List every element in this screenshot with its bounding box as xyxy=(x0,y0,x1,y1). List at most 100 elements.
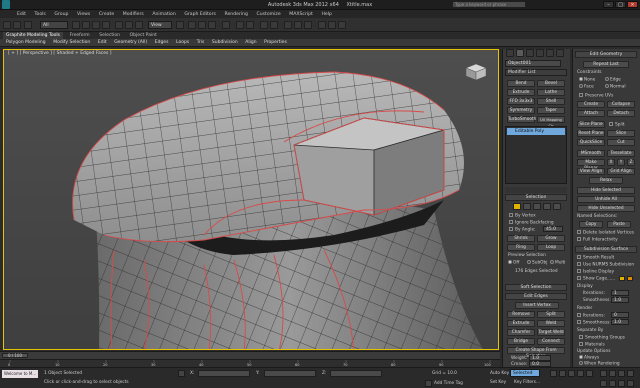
detach-button[interactable]: Detach xyxy=(607,110,635,117)
orbit-icon[interactable] xyxy=(609,380,616,387)
maximize-button[interactable]: □ xyxy=(615,1,626,8)
make-planar-button[interactable]: Make Planar xyxy=(577,159,605,171)
isoline-checkbox[interactable]: Isoline Display xyxy=(577,269,614,275)
menu-help[interactable]: Help xyxy=(321,12,331,17)
by-angle-checkbox[interactable]: By Angle: xyxy=(509,227,536,233)
planar-z-button[interactable]: Z xyxy=(627,159,635,166)
collapse-button[interactable]: Collapse xyxy=(607,101,635,108)
time-slider[interactable]: 0 / 100 xyxy=(0,351,500,359)
tab-selection[interactable]: Selection xyxy=(96,32,123,39)
utilities-tab-icon[interactable] xyxy=(556,49,564,57)
ribbon-align[interactable]: Align xyxy=(245,40,256,45)
stack-item-editable-poly[interactable]: Editable Poly xyxy=(507,128,565,135)
search-input[interactable]: Type a keyword or phrase xyxy=(452,1,526,8)
edit-geometry-header[interactable]: Edit Geometry xyxy=(575,51,637,58)
split-checkbox[interactable]: Split xyxy=(609,122,625,128)
menu-rendering[interactable]: Rendering xyxy=(224,12,247,17)
element-mode-icon[interactable] xyxy=(553,203,561,210)
when-rendering-radio[interactable]: When Rendering xyxy=(579,361,620,367)
render-iterations-field[interactable]: 0 xyxy=(611,312,629,318)
selected-keys-dropdown[interactable]: Selected xyxy=(510,369,540,377)
menu-edit[interactable]: Edit xyxy=(17,12,26,17)
motion-tab-icon[interactable] xyxy=(536,49,544,57)
slice-plane-button[interactable]: Slice Plane xyxy=(577,121,605,128)
ring-button[interactable]: Ring xyxy=(507,244,535,251)
tab-freeform[interactable]: Freeform xyxy=(67,32,93,39)
time-tag-icon[interactable] xyxy=(425,380,432,387)
pan-icon[interactable] xyxy=(600,380,607,387)
render-smoothness-checkbox[interactable]: Smoothness: xyxy=(577,320,611,326)
cage-sel-color-swatch[interactable] xyxy=(627,276,633,281)
repeat-last-button[interactable]: Repeat Last xyxy=(583,61,629,68)
hide-selected-button[interactable]: Hide Selected xyxy=(577,187,635,194)
link-icon[interactable] xyxy=(24,21,32,29)
next-frame-icon[interactable] xyxy=(577,370,584,377)
pivot-icon[interactable] xyxy=(176,21,184,29)
rect-select-icon[interactable] xyxy=(92,21,100,29)
select-by-name-icon[interactable] xyxy=(82,21,90,29)
move-icon[interactable] xyxy=(115,21,123,29)
coord-system-dropdown[interactable]: View xyxy=(148,21,172,29)
ffd-button[interactable]: FFD 3x3x3 xyxy=(507,98,535,105)
fov-icon[interactable] xyxy=(618,380,625,387)
msmooth-button[interactable]: MSmooth xyxy=(577,150,605,157)
menu-modifiers[interactable]: Modifiers xyxy=(123,12,144,17)
render-smoothness-field[interactable]: 1.0 xyxy=(611,319,629,325)
menu-animation[interactable]: Animation xyxy=(152,12,175,17)
menu-customize[interactable]: Customize xyxy=(257,12,281,17)
bevel-button[interactable]: Bevel xyxy=(537,80,565,87)
prev-frame-icon[interactable] xyxy=(559,370,566,377)
modifier-list-dropdown[interactable]: Modifier List xyxy=(505,69,567,76)
render-setup-icon[interactable] xyxy=(318,21,326,29)
ribbon-properties[interactable]: Properties xyxy=(264,40,287,45)
selection-rollout-header[interactable]: Selection xyxy=(505,194,567,201)
quickslice-button[interactable]: QuickSlice xyxy=(577,139,605,146)
use-nurms-checkbox[interactable]: Use NURMS Subdivision xyxy=(577,262,634,268)
lock-selection-icon[interactable] xyxy=(178,370,185,377)
ribbon-tris[interactable]: Tris xyxy=(197,40,205,45)
maximize-viewport-icon[interactable] xyxy=(627,370,634,377)
subdivision-header[interactable]: Subdivision Surface xyxy=(575,246,637,253)
slice-button[interactable]: Slice xyxy=(607,130,635,137)
bend-button[interactable]: Bend xyxy=(507,80,535,87)
material-editor-icon[interactable] xyxy=(304,21,312,29)
layer-manager-icon[interactable] xyxy=(260,21,268,29)
maxscript-listener[interactable]: Welcome to M... xyxy=(2,370,38,378)
tab-graphite[interactable]: Graphite Modeling Tools xyxy=(3,32,64,39)
symmetry-button[interactable]: Symmetry xyxy=(507,107,535,114)
create-tab-icon[interactable] xyxy=(506,49,514,57)
time-slider-thumb[interactable]: 0 / 100 xyxy=(2,353,28,358)
x-coord-field[interactable] xyxy=(198,370,250,377)
preview-subobj-radio[interactable]: SubObj xyxy=(527,260,547,266)
copy-button[interactable]: Copy xyxy=(579,221,603,228)
render-icon[interactable] xyxy=(338,21,346,29)
relax-button[interactable]: Relax xyxy=(589,177,623,184)
ribbon-modify-selection[interactable]: Modify Selection xyxy=(53,40,90,45)
connect-button[interactable]: Connect xyxy=(537,338,565,345)
preserve-uvs-checkbox[interactable]: Preserve UVs xyxy=(579,93,613,99)
ignore-backfacing-checkbox[interactable]: Ignore Backfacing xyxy=(509,220,554,226)
ribbon-subdivision[interactable]: Subdivision xyxy=(212,40,238,45)
modifier-stack[interactable]: Editable Poly xyxy=(505,126,567,184)
cage-color-swatch[interactable] xyxy=(619,276,625,281)
goto-start-icon[interactable] xyxy=(550,370,557,377)
select-object-icon[interactable] xyxy=(72,21,80,29)
constraint-none-radio[interactable]: None xyxy=(579,77,595,83)
uv-mapping-button[interactable]: UV Mapping Clr xyxy=(537,116,565,128)
grow-button[interactable]: Grow xyxy=(537,235,565,242)
turbosmooth-button[interactable]: TurboSmooth xyxy=(507,116,536,123)
z-coord-field[interactable] xyxy=(330,370,382,377)
hierarchy-tab-icon[interactable] xyxy=(526,49,534,57)
smooth-result-checkbox[interactable]: Smooth Result xyxy=(577,255,614,261)
extrude-mod-button[interactable]: Extrude xyxy=(507,89,535,96)
ribbon-polygon-modeling[interactable]: Polygon Modeling xyxy=(6,40,46,45)
vertex-mode-icon[interactable] xyxy=(513,203,521,210)
soft-selection-header[interactable]: Soft Selection xyxy=(505,284,567,291)
edit-edges-header[interactable]: Edit Edges xyxy=(505,293,567,300)
redo-icon[interactable] xyxy=(13,21,21,29)
chamfer-button[interactable]: Chamfer xyxy=(507,329,535,336)
ribbon-loops[interactable]: Loops xyxy=(176,40,189,45)
materials-checkbox[interactable]: Materials xyxy=(579,342,605,348)
track-bar[interactable]: 0 10 20 30 40 50 60 70 80 90 100 xyxy=(0,359,500,367)
angle-value-field[interactable]: 45.0 xyxy=(543,226,563,232)
